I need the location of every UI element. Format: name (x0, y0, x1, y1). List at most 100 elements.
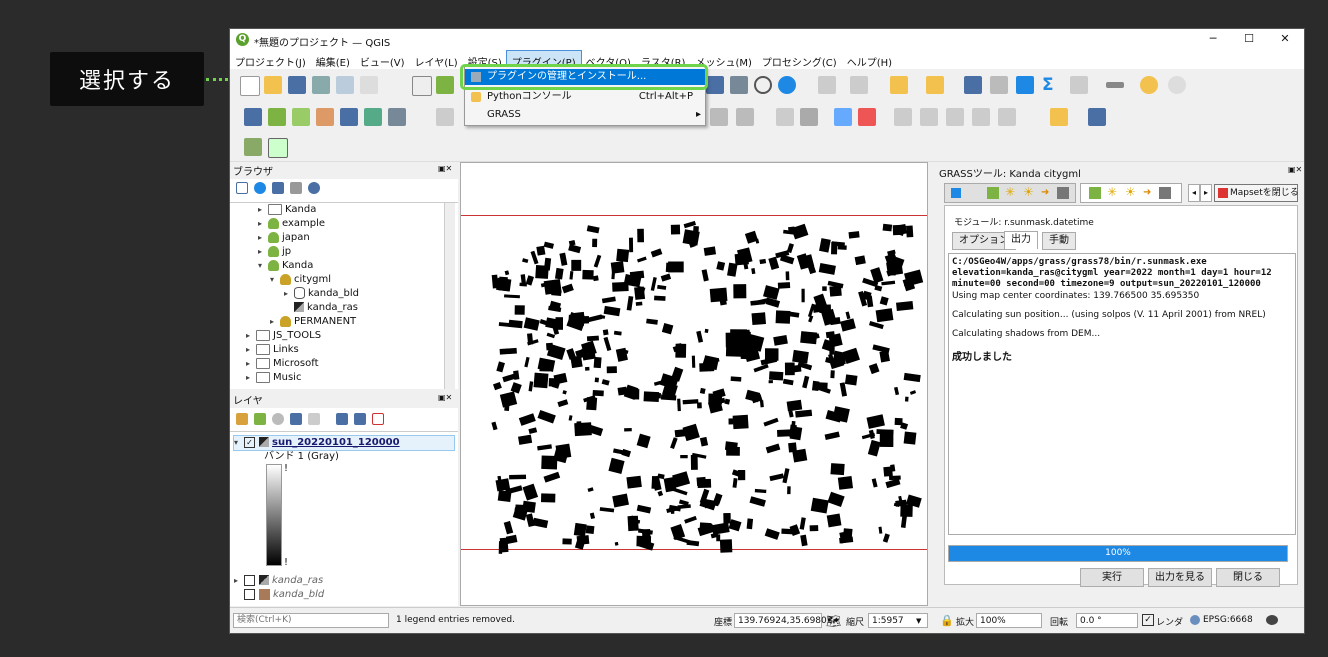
menu-item-python-console[interactable]: Pythonコンソール Ctrl+Alt+P (465, 89, 705, 105)
tree-item-links[interactable]: ▸ Links (246, 343, 299, 357)
close-button[interactable]: ✕ (1270, 32, 1300, 48)
label-show-icon[interactable] (972, 108, 990, 126)
run-button[interactable]: 実行 (1080, 568, 1144, 587)
zoom-field[interactable]: 100% (976, 613, 1042, 628)
filter-browser-icon[interactable] (272, 182, 284, 194)
tree-item-music[interactable]: ▸ Music (246, 371, 301, 385)
map-tips-icon[interactable] (1140, 76, 1158, 94)
lock-scale-icon[interactable]: 🔒 (940, 614, 954, 627)
refresh-icon[interactable] (778, 76, 796, 94)
add-wcs-icon[interactable] (388, 108, 406, 126)
layer-visibility-checkbox[interactable] (244, 588, 255, 600)
layout-manager-icon[interactable] (336, 76, 354, 94)
select-by-expression-icon[interactable] (890, 76, 908, 94)
locator-icon[interactable] (1168, 76, 1186, 94)
panel-float-close-icon[interactable]: ▣✕ (438, 393, 452, 402)
statistics-icon[interactable]: Σ (1042, 76, 1060, 94)
chevron-down-icon[interactable]: ▼ (916, 617, 921, 625)
panel-float-close-icon[interactable]: ▣✕ (438, 164, 452, 173)
label-icon[interactable] (776, 108, 794, 126)
tree-item-js-tools[interactable]: ▸ JS_TOOLS (246, 329, 321, 343)
layer-row-kanda-ras[interactable]: ▸ kanda_ras (234, 574, 323, 588)
grass-mapset-icon[interactable] (268, 138, 288, 158)
refresh-browser-icon[interactable] (254, 182, 266, 194)
layer-row-kanda-bld[interactable]: kanda_bld (234, 588, 324, 602)
browser-scrollbar[interactable] (444, 203, 455, 389)
pan-icon[interactable] (412, 76, 432, 96)
label-highlight-icon[interactable] (834, 108, 852, 126)
coordinate-toggle-icon[interactable]: 🗺 (826, 614, 841, 628)
filter-icon[interactable] (926, 76, 944, 94)
crs-label[interactable]: EPSG:6668 (1203, 615, 1253, 625)
map-canvas[interactable] (460, 162, 928, 606)
tab-scroll-left-icon[interactable]: ◂ (1188, 184, 1200, 202)
tab-manual[interactable]: 手動 (1042, 232, 1076, 250)
minimize-button[interactable]: ─ (1198, 32, 1228, 48)
zoom-last-icon[interactable] (730, 76, 748, 94)
tree-item-citygml[interactable]: ▾ citygml (270, 273, 331, 287)
label-rotate-icon[interactable] (920, 108, 938, 126)
field-calculator-icon[interactable] (1016, 76, 1034, 94)
close-mapset-button[interactable]: Mapsetを閉じる (1214, 184, 1299, 202)
toolbox-icon[interactable] (1070, 76, 1088, 94)
deselect-icon[interactable] (850, 76, 868, 94)
panel-float-close-icon[interactable]: ▣✕ (1288, 165, 1302, 174)
edit-pencil-icon[interactable] (436, 108, 454, 126)
new-geopackage-icon[interactable] (268, 108, 286, 126)
messages-icon[interactable] (1266, 615, 1278, 625)
undo-icon[interactable] (710, 108, 728, 126)
close-module-button[interactable]: 閉じる (1216, 568, 1280, 587)
digitize-icon[interactable] (316, 108, 334, 126)
collapse-all-layers-icon[interactable] (354, 413, 366, 425)
menu-help[interactable]: ヘルプ(H) (842, 51, 897, 69)
menu-project[interactable]: プロジェクト(J) (230, 51, 311, 69)
grass-tools-icon[interactable] (244, 138, 262, 156)
redo-icon[interactable] (736, 108, 754, 126)
tree-item-kanda-location[interactable]: ▾ Kanda (258, 259, 313, 273)
tab-output[interactable]: 出力 (1004, 231, 1038, 249)
grass-module-active-tab[interactable]: ✳ ☀ ➜ (1080, 183, 1182, 203)
tree-item-microsoft[interactable]: ▸ Microsoft (246, 357, 319, 371)
data-source-manager-icon[interactable] (244, 108, 262, 126)
layer-row-sun[interactable]: ▾ ✓ sun_20220101_120000 (233, 435, 455, 451)
tree-item-permanent[interactable]: ▸ PERMANENT (270, 315, 356, 329)
menu-layer[interactable]: レイヤ(L) (410, 51, 463, 69)
filter-legend-icon[interactable] (290, 413, 302, 425)
label-diagram-icon[interactable] (998, 108, 1016, 126)
open-project-icon[interactable] (264, 76, 282, 94)
menu-processing[interactable]: プロセシング(C) (757, 51, 842, 69)
rotation-field[interactable]: 0.0 ° (1076, 613, 1138, 628)
new-project-icon[interactable] (240, 76, 260, 96)
new-print-layout-icon[interactable] (312, 76, 330, 94)
add-group-icon[interactable] (254, 413, 266, 425)
add-vector-layer-icon[interactable] (292, 108, 310, 126)
tree-item-example[interactable]: ▸ example (258, 217, 325, 231)
zoom-layer-icon[interactable] (706, 76, 724, 94)
menu-item-grass[interactable]: GRASS ▸ (465, 107, 705, 123)
grass-modules-tab[interactable]: ✳ ☀ ➜ (944, 183, 1076, 203)
coordinate-field[interactable]: 139.76924,35.69803 (734, 613, 832, 628)
layer-visibility-checkbox[interactable] (244, 574, 255, 586)
maximize-button[interactable]: ☐ (1234, 32, 1264, 48)
render-checkbox[interactable]: ✓ (1142, 614, 1154, 626)
menu-view[interactable]: ビュー(V) (355, 51, 410, 69)
remove-layer-icon[interactable] (372, 413, 384, 425)
add-selected-icon[interactable] (236, 182, 248, 194)
select-features-icon[interactable] (818, 76, 836, 94)
layer-style-icon[interactable] (236, 413, 248, 425)
tree-item-kanda-ras[interactable]: kanda_ras (284, 301, 358, 315)
add-raster-icon[interactable] (340, 108, 358, 126)
tree-item-jp[interactable]: ▸ jp (258, 245, 291, 259)
attribute-table-icon[interactable] (990, 76, 1008, 94)
collapse-all-icon[interactable] (290, 182, 302, 194)
properties-icon[interactable] (308, 182, 320, 194)
locator-search-input[interactable] (233, 613, 389, 628)
label-change-icon[interactable] (946, 108, 964, 126)
save-project-icon[interactable] (288, 76, 306, 94)
style-manager-icon[interactable] (360, 76, 378, 94)
measure-icon[interactable] (1106, 82, 1124, 88)
crs-globe-icon[interactable] (1190, 615, 1200, 625)
tree-item-kanda-folder[interactable]: ▸ Kanda (258, 203, 316, 217)
visibility-icon[interactable] (272, 413, 284, 425)
pan-to-selection-icon[interactable] (436, 76, 454, 94)
